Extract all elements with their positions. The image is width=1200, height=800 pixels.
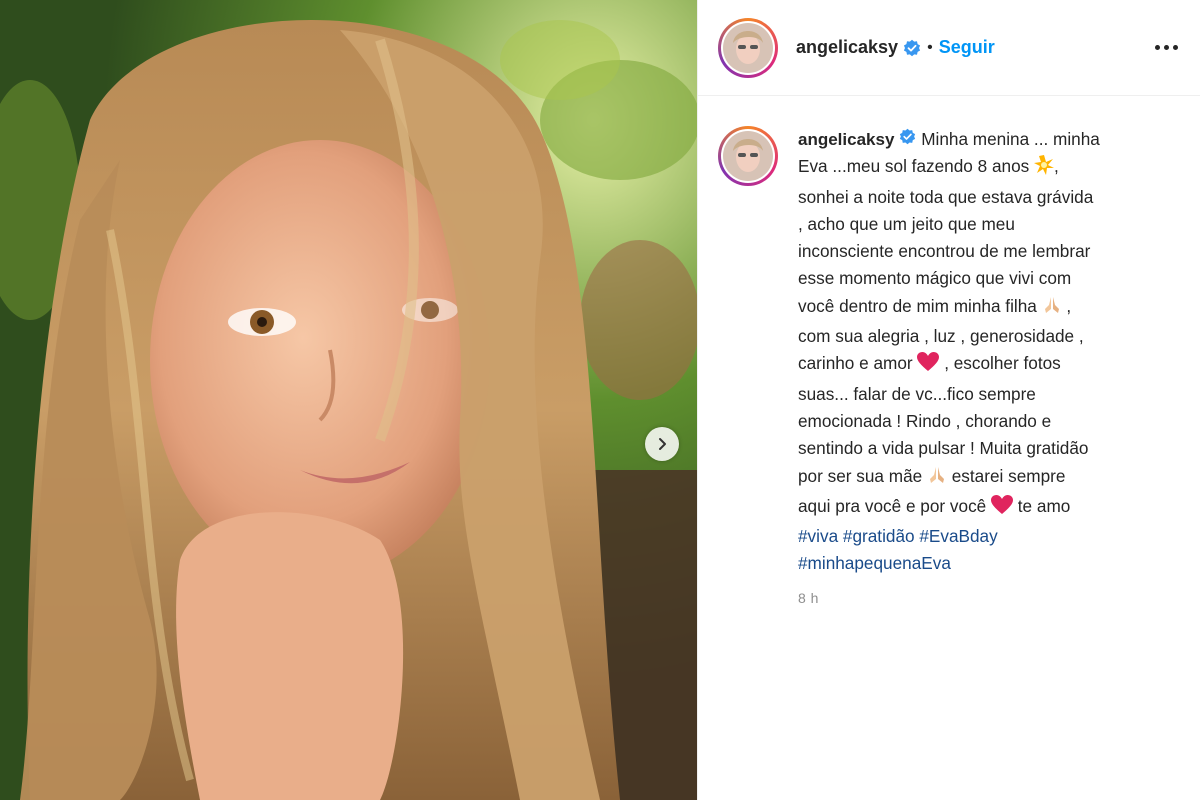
caption-line: emocionada ! Rindo , chorando e	[798, 410, 1052, 431]
carousel-next-button[interactable]	[645, 427, 679, 461]
hashtag-link[interactable]: #viva	[798, 526, 838, 546]
story-ring[interactable]	[718, 126, 778, 186]
story-ring[interactable]	[718, 17, 778, 78]
caption-line: esse momento mágico que vivi com	[798, 268, 1072, 289]
caption-line: sentindo a vida pulsar ! Muita gratidão	[798, 438, 1089, 459]
post-photo[interactable]	[0, 0, 697, 800]
post-header: angelicaksy • Seguir	[698, 0, 1200, 96]
caption-line: por ser sua mãe	[798, 465, 927, 486]
girl-portrait-image	[0, 0, 697, 800]
instagram-post: angelicaksy • Seguir angelicaksy Minha m…	[0, 0, 1200, 800]
sparkle-burst-icon	[1034, 155, 1054, 183]
post-timestamp[interactable]: 8 h	[798, 590, 1200, 606]
hashtag-link[interactable]: #EvaBday	[919, 526, 997, 546]
avatar	[723, 22, 773, 73]
caption-line: Minha menina ... minha	[921, 129, 1100, 149]
caption-line-tail: ,	[1061, 295, 1072, 316]
chevron-right-icon	[659, 438, 666, 450]
caption-comment: angelicaksy Minha menina ... minha Eva .…	[698, 96, 1200, 578]
separator-dot: •	[927, 38, 933, 56]
post-side-panel: angelicaksy • Seguir angelicaksy Minha m…	[697, 0, 1200, 800]
verified-badge-icon	[903, 39, 921, 57]
caption-line: sonhei a noite toda que estava grávida	[798, 186, 1094, 207]
more-options-icon[interactable]	[1155, 45, 1178, 50]
hashtag-link[interactable]: #minhapequenaEva	[798, 553, 951, 573]
caption-line: te amo	[1013, 495, 1071, 516]
caption-line: suas... falar de vc...fico sempre	[798, 383, 1036, 404]
red-heart-icon	[991, 494, 1013, 523]
praying-hands-icon	[927, 465, 947, 493]
caption-line: inconsciente encontrou de me lembrar	[798, 241, 1091, 262]
caption-line-tail: , escolher fotos	[939, 353, 1061, 374]
praying-hands-icon	[1042, 295, 1062, 323]
red-heart-icon	[917, 352, 940, 380]
verified-badge-icon	[899, 128, 916, 145]
caption-line: com sua alegria , luz , generosidade ,	[798, 326, 1084, 347]
caption-line: , acho que um jeito que meu	[798, 213, 1015, 234]
caption-line: aqui pra você e por você	[798, 495, 991, 516]
follow-button[interactable]: Seguir	[939, 37, 995, 58]
caption-line: carinho e amor	[798, 353, 918, 374]
caption-line: Eva ...meu sol fazendo 8 anos	[798, 156, 1034, 177]
username-link[interactable]: angelicaksy	[796, 37, 898, 58]
caption-text: angelicaksy Minha menina ... minha Eva .…	[798, 126, 1178, 578]
avatar	[723, 131, 773, 181]
hashtag-link[interactable]: #gratidão	[843, 526, 915, 546]
caption-username-link[interactable]: angelicaksy	[798, 130, 894, 149]
caption-line-tail: ,	[1054, 156, 1059, 177]
caption-line-tail: estarei sempre	[946, 465, 1066, 486]
caption-line: você dentro de mim minha filha	[798, 295, 1042, 316]
